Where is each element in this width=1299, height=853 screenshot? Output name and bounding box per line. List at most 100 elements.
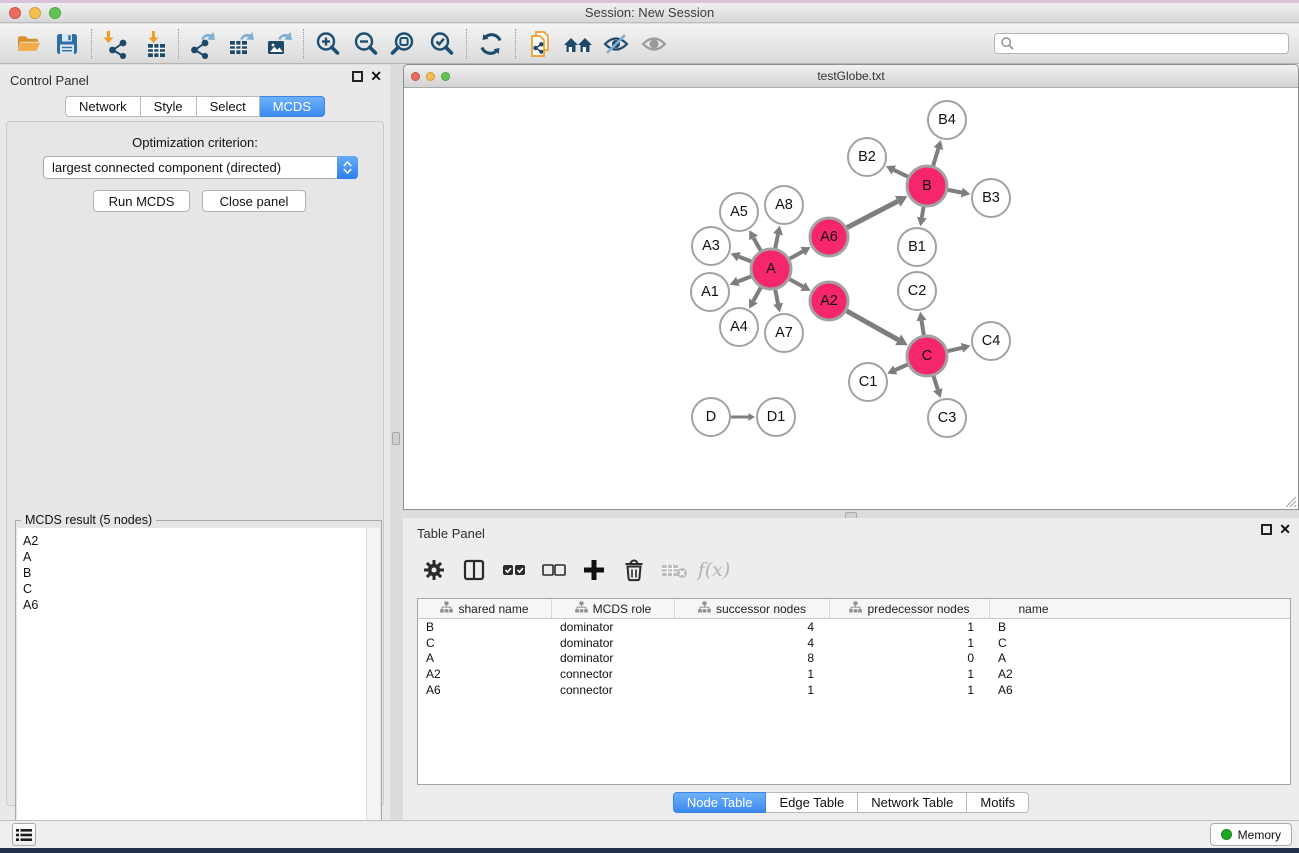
first-neighbors-icon[interactable] [559, 27, 597, 61]
float-panel-icon[interactable] [1261, 524, 1272, 535]
criterion-dropdown[interactable]: largest connected component (directed) [43, 156, 358, 179]
edge-C-C3[interactable] [933, 376, 937, 390]
save-session-icon[interactable] [48, 27, 86, 61]
column-header-MCDS-role[interactable]: MCDS role [552, 599, 675, 618]
table-cell[interactable]: 1 [830, 635, 990, 651]
edge-A6-B[interactable] [847, 201, 898, 228]
table-cell[interactable]: B [418, 619, 552, 635]
edge-A-A7[interactable] [775, 290, 778, 304]
result-list-scrollbar[interactable] [366, 528, 380, 853]
column-header-shared-name[interactable]: shared name [418, 599, 552, 618]
function-builder-icon[interactable]: f(x) [697, 553, 731, 587]
network-window-titlebar[interactable]: testGlobe.txt [404, 65, 1298, 88]
table-row[interactable]: A6connector11A6 [418, 682, 1290, 698]
table-cell[interactable]: dominator [552, 651, 675, 667]
export-image-icon[interactable] [260, 27, 298, 61]
column-header-predecessor-nodes[interactable]: predecessor nodes [830, 599, 990, 618]
show-all-icon[interactable] [635, 27, 673, 61]
table-cell[interactable]: B [990, 619, 1077, 635]
table-cell[interactable]: A2 [418, 666, 552, 682]
table-cell[interactable]: C [418, 635, 552, 651]
zoom-selected-icon[interactable] [423, 27, 461, 61]
table-cell[interactable] [1077, 635, 1290, 651]
delete-table-icon[interactable] [657, 553, 691, 587]
close-window-icon[interactable] [9, 7, 21, 19]
task-history-button[interactable] [12, 823, 36, 846]
table-cell[interactable]: A6 [418, 682, 552, 698]
table-cell[interactable]: C [990, 635, 1077, 651]
tab-select[interactable]: Select [197, 96, 260, 117]
close-window-icon[interactable] [411, 72, 420, 81]
table-cell[interactable] [1077, 666, 1290, 682]
edge-B-B1[interactable] [922, 207, 924, 218]
select-all-icon[interactable] [497, 553, 531, 587]
node-table[interactable]: shared nameMCDS rolesuccessor nodesprede… [417, 598, 1291, 785]
app-titlebar[interactable]: Session: New Session [0, 3, 1299, 23]
tab-network[interactable]: Network [65, 96, 141, 117]
table-cell[interactable]: connector [552, 682, 675, 698]
minimize-window-icon[interactable] [29, 7, 41, 19]
table-cell[interactable]: 1 [675, 666, 830, 682]
edge-C-C2[interactable] [922, 320, 924, 335]
edge-C-C1[interactable] [895, 364, 908, 370]
result-list-item[interactable]: A2 [23, 533, 367, 549]
close-panel-icon[interactable]: ✕ [1279, 524, 1291, 535]
table-row[interactable]: A2connector11A2 [418, 666, 1290, 682]
import-network-from-file-icon[interactable] [97, 27, 135, 61]
table-cell[interactable]: A [418, 651, 552, 667]
table-cell[interactable]: 1 [830, 682, 990, 698]
edge-A-A5[interactable] [754, 238, 761, 251]
tab-motifs[interactable]: Motifs [967, 792, 1029, 813]
result-list-item[interactable]: A6 [23, 597, 367, 613]
window-resize-grip-icon[interactable] [1284, 495, 1297, 508]
zoom-out-icon[interactable] [347, 27, 385, 61]
table-cell[interactable] [1077, 651, 1290, 667]
table-cell[interactable] [1077, 619, 1290, 635]
table-row[interactable]: Bdominator41B [418, 619, 1290, 635]
zoom-window-icon[interactable] [49, 7, 61, 19]
zoom-fit-content-icon[interactable] [385, 27, 423, 61]
tab-node-table[interactable]: Node Table [673, 792, 767, 813]
table-cell[interactable]: dominator [552, 619, 675, 635]
edge-A2-C[interactable] [846, 311, 898, 340]
network-canvas[interactable]: AA1A2A3A4A5A6A7A8BB1B2B3B4CC1C2C3C4DD1 [404, 88, 1298, 509]
tab-network-table[interactable]: Network Table [858, 792, 967, 813]
edge-A-A1[interactable] [738, 276, 751, 281]
edge-B-B2[interactable] [894, 170, 908, 177]
table-row[interactable]: Cdominator41C [418, 635, 1290, 651]
edge-A-A3[interactable] [739, 257, 752, 262]
column-header-successor-nodes[interactable]: successor nodes [675, 599, 830, 618]
minimize-window-icon[interactable] [426, 72, 435, 81]
table-cell[interactable]: 0 [830, 651, 990, 667]
tab-edge-table[interactable]: Edge Table [766, 792, 858, 813]
zoom-window-icon[interactable] [441, 72, 450, 81]
edge-A-A4[interactable] [753, 287, 760, 301]
result-list-item[interactable]: B [23, 565, 367, 581]
table-cell[interactable] [1077, 682, 1290, 698]
edge-A-A6[interactable] [789, 251, 803, 258]
tab-style[interactable]: Style [141, 96, 197, 117]
delete-columns-icon[interactable] [617, 553, 651, 587]
import-table-from-file-icon[interactable] [135, 27, 173, 61]
result-list-item[interactable]: A [23, 549, 367, 565]
column-header-name[interactable]: name [990, 599, 1077, 618]
table-cell[interactable]: 1 [675, 682, 830, 698]
export-table-icon[interactable] [222, 27, 260, 61]
mcds-result-list[interactable]: A2ABCA6 [17, 528, 367, 853]
table-cell[interactable]: connector [552, 666, 675, 682]
deselect-all-icon[interactable] [537, 553, 571, 587]
edge-A-A8[interactable] [775, 234, 778, 248]
search-input[interactable] [1015, 37, 1275, 51]
table-cell[interactable]: A6 [990, 682, 1077, 698]
export-network-icon[interactable] [184, 27, 222, 61]
hide-selected-icon[interactable] [597, 27, 635, 61]
close-panel-button[interactable]: Close panel [202, 190, 306, 212]
edge-B-B3[interactable] [948, 190, 962, 193]
table-cell[interactable]: 1 [830, 666, 990, 682]
refresh-network-view-icon[interactable] [472, 27, 510, 61]
table-cell[interactable]: 8 [675, 651, 830, 667]
table-cell[interactable]: dominator [552, 635, 675, 651]
table-cell[interactable]: A2 [990, 666, 1077, 682]
result-list-item[interactable]: C [23, 581, 367, 597]
table-row[interactable]: Adominator80A [418, 651, 1290, 667]
